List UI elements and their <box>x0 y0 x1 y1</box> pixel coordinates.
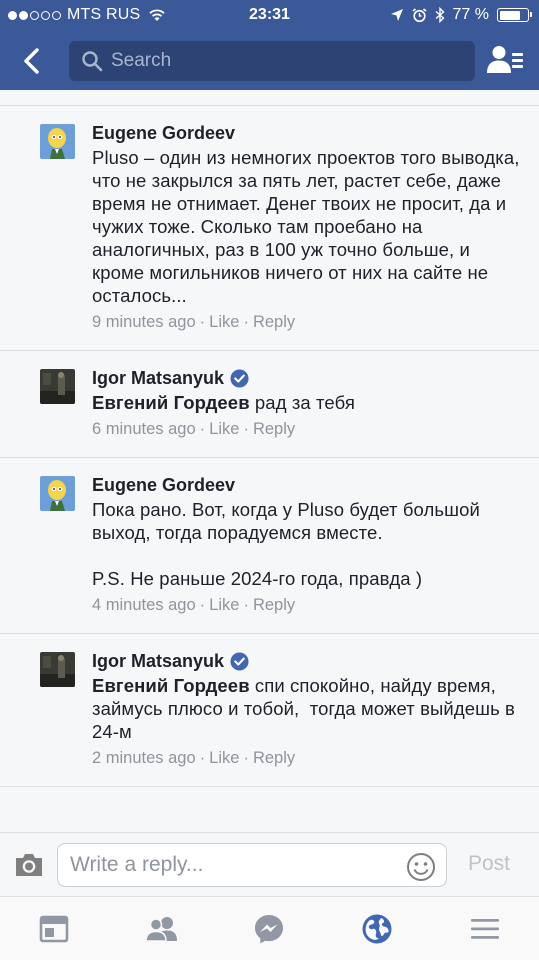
comment-timestamp: 2 minutes ago <box>92 749 196 767</box>
menu-icon <box>471 919 499 939</box>
location-arrow-icon <box>390 9 403 21</box>
reply-link[interactable]: Reply <box>253 749 295 767</box>
reply-link[interactable]: Reply <box>253 313 295 331</box>
battery-percent: 77 % <box>452 6 489 23</box>
like-link[interactable]: Like <box>209 749 239 767</box>
comment-item: Eugene Gordeev Pluso – один из немногих … <box>0 106 539 351</box>
tab-news-feed[interactable] <box>36 911 72 947</box>
search-input[interactable] <box>111 50 451 72</box>
comment-meta: 4 minutes ago · Like · Reply <box>92 596 296 614</box>
notifications-globe-icon <box>362 914 392 944</box>
reply-link[interactable]: Reply <box>253 420 295 438</box>
avatar-photo-image <box>40 369 75 404</box>
comment-text: Pluso – один из немногих проектов того в… <box>92 147 525 306</box>
messenger-icon <box>255 915 283 944</box>
camera-icon[interactable] <box>14 852 44 878</box>
comment-meta: 2 minutes ago · Like · Reply <box>92 749 296 767</box>
comment-text: Пока рано. Вот, когда у Pluso будет боль… <box>92 499 480 589</box>
avatar[interactable] <box>40 369 75 404</box>
mention-link[interactable]: Евгений Гордеев <box>92 675 250 696</box>
comment-text: Евгений Гордеев рад за тебя <box>92 391 523 414</box>
comment-author[interactable]: Eugene Gordeev <box>92 123 235 144</box>
comment-meta: 9 minutes ago · Like · Reply <box>92 313 296 331</box>
tab-messenger[interactable] <box>251 911 287 947</box>
avatar-burns-image <box>40 476 75 511</box>
avatar[interactable] <box>40 652 75 687</box>
avatar-photo-image <box>40 652 75 687</box>
post-button[interactable]: Post <box>468 852 510 876</box>
comment-timestamp: 6 minutes ago <box>92 420 196 438</box>
bluetooth-icon <box>435 7 445 23</box>
comment-author[interactable]: Eugene Gordeev <box>92 475 235 496</box>
battery-icon <box>497 8 532 22</box>
comment-text: Евгений Гордеев спи спокойно, найду врем… <box>92 674 523 743</box>
comment-thread[interactable]: Eugene Gordeev Pluso – один из немногих … <box>0 90 539 832</box>
avatar[interactable] <box>40 124 75 159</box>
comment-item: Igor Matsanyuk Евгений Гордеев рад за те… <box>0 351 539 458</box>
tab-bar <box>0 896 539 960</box>
tab-menu[interactable] <box>467 911 503 947</box>
status-right: 77 % <box>390 6 532 24</box>
reply-input-box[interactable] <box>57 843 447 887</box>
like-link[interactable]: Like <box>209 420 239 438</box>
comment-text-body: рад за тебя <box>249 392 355 413</box>
verified-badge-icon <box>230 368 249 388</box>
comment-item: Igor Matsanyuk Евгений Гордеев спи споко… <box>0 634 539 787</box>
reply-input[interactable] <box>70 853 390 877</box>
comment-author[interactable]: Igor Matsanyuk <box>92 651 224 672</box>
comment-item: Eugene Gordeev Пока рано. Вот, когда у P… <box>0 458 539 634</box>
like-link[interactable]: Like <box>209 313 239 331</box>
comment-timestamp: 9 minutes ago <box>92 313 196 331</box>
friend-requests-icon[interactable] <box>487 45 523 75</box>
search-bar[interactable] <box>69 41 475 81</box>
tab-notifications[interactable] <box>359 911 395 947</box>
navigation-bar <box>0 32 539 90</box>
emoji-icon[interactable] <box>406 852 436 882</box>
mention-link[interactable]: Евгений Гордеев <box>92 392 250 413</box>
avatar-burns-image <box>40 124 75 159</box>
status-bar: MTS RUS 23:31 77 % <box>0 0 539 32</box>
divider <box>0 90 539 106</box>
back-arrow-icon[interactable] <box>18 46 48 76</box>
friends-icon <box>145 917 177 942</box>
reply-composer: Post <box>0 832 539 896</box>
battery-level <box>499 10 521 20</box>
tab-friends[interactable] <box>144 911 180 947</box>
comment-timestamp: 4 minutes ago <box>92 596 196 614</box>
search-icon <box>82 51 103 72</box>
like-link[interactable]: Like <box>209 596 239 614</box>
verified-badge-icon <box>230 651 249 671</box>
comment-meta: 6 minutes ago · Like · Reply <box>92 420 296 438</box>
reply-link[interactable]: Reply <box>253 596 295 614</box>
comment-author[interactable]: Igor Matsanyuk <box>92 368 224 389</box>
avatar[interactable] <box>40 476 75 511</box>
news-feed-icon <box>39 915 69 943</box>
alarm-icon <box>412 7 427 22</box>
